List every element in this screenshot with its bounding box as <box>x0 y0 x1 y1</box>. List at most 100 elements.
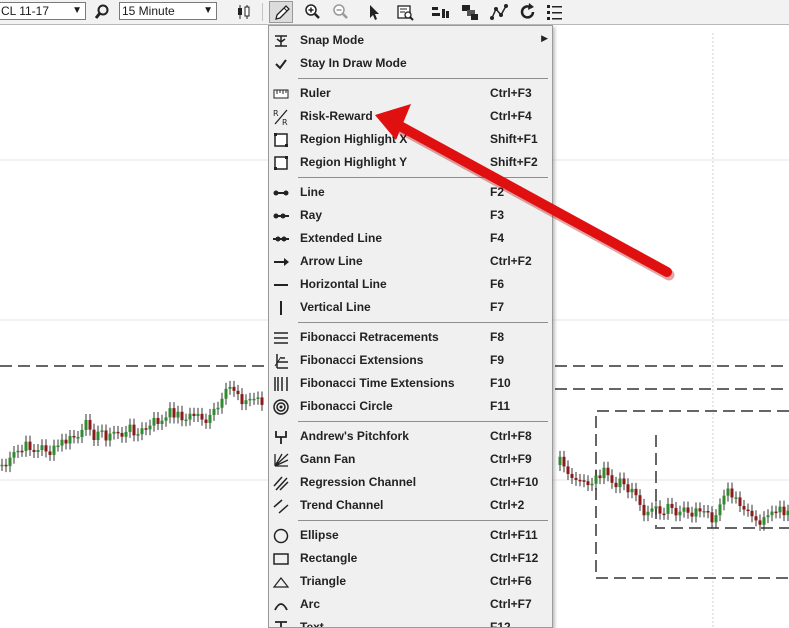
candle-body <box>184 419 188 422</box>
candle-body <box>124 431 128 437</box>
menu-item-rectangle[interactable]: Rectangle Ctrl+F12 <box>269 547 552 570</box>
checkmark-icon <box>272 55 290 73</box>
candle-body <box>670 503 674 508</box>
menu-item-fibonacci-extensions[interactable]: Fibonacci Extensions F9 <box>269 349 552 372</box>
pointer-icon[interactable] <box>364 2 384 22</box>
menu-item-arc[interactable]: Arc Ctrl+F7 <box>269 593 552 616</box>
candle-body <box>112 431 116 434</box>
candle-body <box>212 408 216 415</box>
candle-body <box>762 517 766 525</box>
dashed-region-box[interactable] <box>595 410 789 579</box>
candle-body <box>782 506 786 516</box>
menu-item-label: Gann Fan <box>300 452 356 466</box>
zoom-out-icon[interactable] <box>330 2 350 22</box>
candle-body <box>574 478 578 480</box>
menu-item-fibonacci-time-extensions[interactable]: Fibonacci Time Extensions F10 <box>269 372 552 395</box>
menu-item-shortcut: F4 <box>490 231 505 245</box>
menu-item-label: Fibonacci Extensions <box>300 353 424 367</box>
candle-body <box>188 413 192 420</box>
menu-item-label: Ellipse <box>300 528 339 542</box>
gann-fan-icon <box>272 451 290 469</box>
refresh-icon[interactable] <box>518 2 538 22</box>
candle-body <box>678 511 682 516</box>
menu-item-label: Risk-Reward <box>300 109 373 123</box>
menu-item-label: Rectangle <box>300 551 358 565</box>
pencil-icon[interactable] <box>269 1 293 23</box>
menu-item-ellipse[interactable]: Ellipse Ctrl+F11 <box>269 524 552 547</box>
properties-icon[interactable] <box>545 2 565 22</box>
menu-item-regression-channel[interactable]: Regression Channel Ctrl+F10 <box>269 471 552 494</box>
menu-item-shortcut: F6 <box>490 277 505 291</box>
menu-item-label: Trend Channel <box>300 498 384 512</box>
menu-item-label: Region Highlight X <box>300 132 408 146</box>
menu-item-shortcut: Ctrl+F10 <box>490 475 539 489</box>
candlestick-icon[interactable] <box>234 2 254 22</box>
candle-body <box>68 435 72 444</box>
candle-body <box>0 464 4 467</box>
candle-body <box>770 511 774 516</box>
candle-body <box>144 428 148 430</box>
bar-spacing-icon[interactable] <box>430 2 450 22</box>
menu-item-shortcut: F2 <box>490 185 505 199</box>
candle-body <box>570 473 574 479</box>
candle-body <box>718 504 722 516</box>
menu-item-triangle[interactable]: Triangle Ctrl+F6 <box>269 570 552 593</box>
menu-item-arrow-line[interactable]: Arrow Line Ctrl+F2 <box>269 250 552 273</box>
candle-body <box>778 506 782 513</box>
instrument-value: CL 11-17 <box>1 4 50 18</box>
menu-item-gann-fan[interactable]: Gann Fan Ctrl+F9 <box>269 448 552 471</box>
candle-body <box>610 475 614 483</box>
menu-item-label: Fibonacci Circle <box>300 399 393 413</box>
strategy-icon[interactable] <box>489 2 509 22</box>
menu-item-shortcut: Ctrl+F11 <box>490 528 538 542</box>
candle-body <box>80 429 84 438</box>
rectangle-icon <box>272 550 290 568</box>
candle-body <box>204 419 208 423</box>
candle-body <box>622 478 626 485</box>
menu-item-fibonacci-retracements[interactable]: Fibonacci Retracements F8 <box>269 326 552 349</box>
menu-item-fibonacci-circle[interactable]: Fibonacci Circle F11 <box>269 395 552 418</box>
menu-item-ruler[interactable]: Ruler Ctrl+F3 <box>269 82 552 105</box>
menu-item-region-highlight-x[interactable]: Region Highlight X Shift+F1 <box>269 128 552 151</box>
candle-body <box>4 464 8 467</box>
menu-item-label: Andrew's Pitchfork <box>300 429 409 443</box>
candle-body <box>738 497 742 507</box>
candle-body <box>136 434 140 436</box>
menu-item-stay-in-draw-mode[interactable]: Stay In Draw Mode <box>269 52 552 75</box>
menu-item-vertical-line[interactable]: Vertical Line F7 <box>269 296 552 319</box>
stack-icon[interactable] <box>460 2 480 22</box>
instrument-selector[interactable]: CL 11-17 ▼ <box>0 2 86 20</box>
candle-body <box>256 397 260 399</box>
candle-body <box>706 511 710 513</box>
trend-channel-icon <box>272 497 290 515</box>
zoom-in-icon[interactable] <box>302 2 322 22</box>
menu-item-andrew-s-pitchfork[interactable]: Andrew's Pitchfork Ctrl+F8 <box>269 425 552 448</box>
candle-body <box>734 497 738 499</box>
text-icon <box>272 619 290 627</box>
candle-body <box>260 397 264 405</box>
data-box-icon[interactable] <box>395 2 415 22</box>
menu-item-shortcut: Ctrl+2 <box>490 498 525 512</box>
candle-body <box>132 424 136 436</box>
region-x-icon <box>272 131 290 149</box>
menu-item-region-highlight-y[interactable]: Region Highlight Y Shift+F2 <box>269 151 552 174</box>
candle-body <box>36 449 40 452</box>
line-icon <box>272 184 290 202</box>
menu-item-shortcut: Shift+F1 <box>490 132 538 146</box>
candle-body <box>32 449 36 452</box>
menu-item-line[interactable]: Line F2 <box>269 181 552 204</box>
menu-item-trend-channel[interactable]: Trend Channel Ctrl+2 <box>269 494 552 517</box>
search-icon[interactable] <box>92 2 112 22</box>
candle-body <box>582 480 586 482</box>
svg-text:R: R <box>273 109 279 118</box>
menu-item-text[interactable]: Text F12 <box>269 616 552 628</box>
menu-item-extended-line[interactable]: Extended Line F4 <box>269 227 552 250</box>
menu-item-snap-mode[interactable]: Snap Mode ▶ <box>269 29 552 52</box>
menu-item-label: Text <box>300 620 324 628</box>
interval-selector[interactable]: 15 Minute ▼ <box>119 2 217 20</box>
menu-item-ray[interactable]: Ray F3 <box>269 204 552 227</box>
menu-item-shortcut: F10 <box>490 376 511 390</box>
candle-body <box>662 513 666 516</box>
menu-item-horizontal-line[interactable]: Horizontal Line F6 <box>269 273 552 296</box>
menu-item-risk-reward[interactable]: R R Risk-Reward Ctrl+F4 <box>269 105 552 128</box>
